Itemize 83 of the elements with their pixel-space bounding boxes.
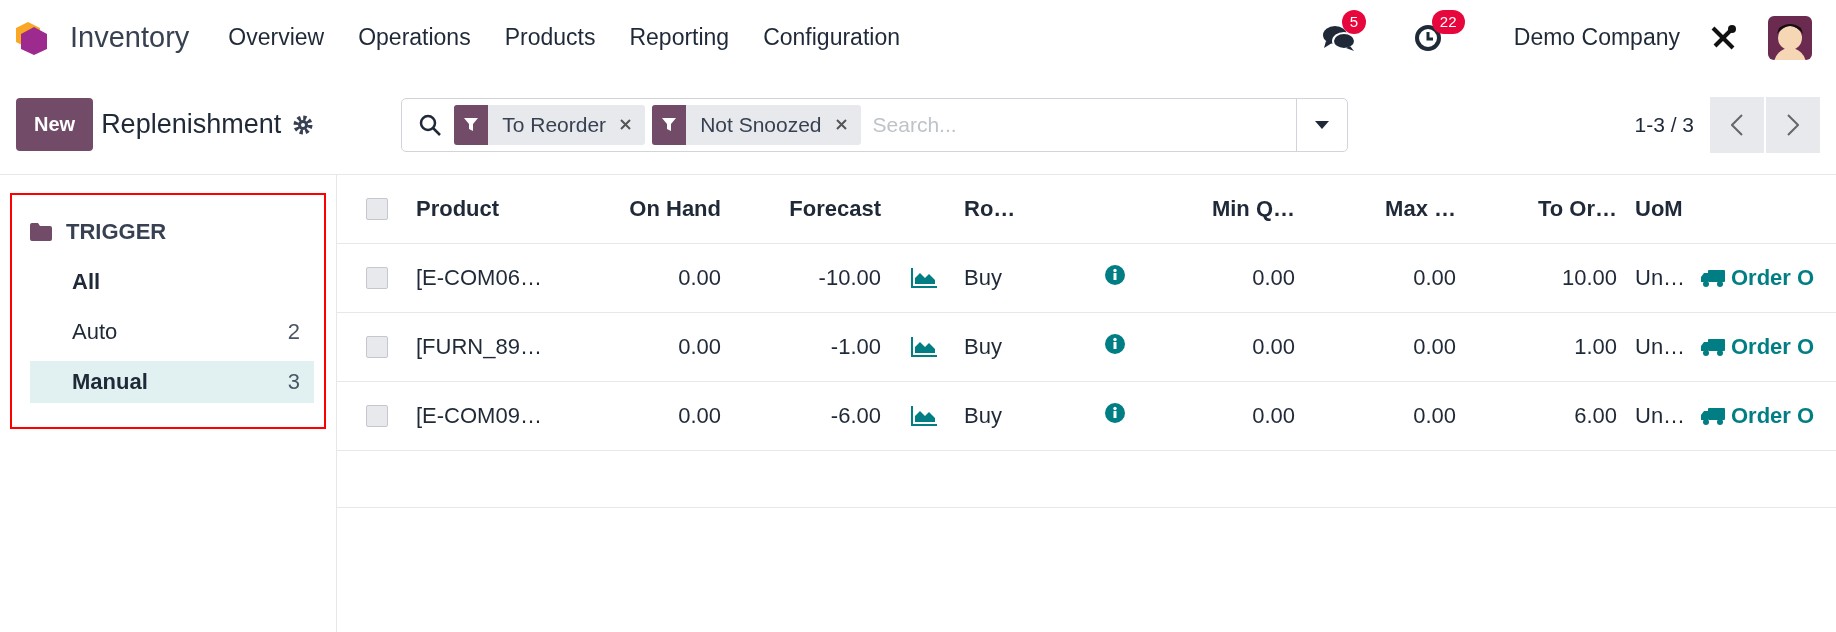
remove-icon[interactable] <box>835 119 847 130</box>
menu-item[interactable]: Products <box>504 24 596 51</box>
pager-value[interactable]: 1-3 / 3 <box>1634 112 1694 137</box>
table-cell-text: [E-COM09… <box>416 403 543 429</box>
filter-tag[interactable]: To Reorder <box>454 104 646 145</box>
column-header[interactable]: Max … <box>1295 196 1456 222</box>
table-cell-text: Un… <box>1634 265 1687 291</box>
notification-badge: 22 <box>1431 9 1465 34</box>
area-chart-icon[interactable] <box>910 406 937 426</box>
table-cell-text: Buy <box>963 265 1003 291</box>
clock-icon[interactable] <box>1413 23 1442 52</box>
info-icon[interactable] <box>1105 334 1125 354</box>
column-header[interactable]: Forecast <box>721 196 881 222</box>
filter-item[interactable]: Manual 3 <box>30 361 314 403</box>
filter-icon <box>464 117 479 132</box>
truck-icon <box>1701 269 1725 287</box>
table-cell-text: 0.00 <box>1251 403 1295 429</box>
info-icon[interactable] <box>1105 265 1125 285</box>
column-header[interactable]: On Hand <box>589 196 721 222</box>
table-cell-text: Un… <box>1634 334 1687 360</box>
table-cell-text: Un… <box>1634 403 1687 429</box>
table-cell-text: Buy <box>963 403 1003 429</box>
table-cell-text: 0.00 <box>1251 334 1295 360</box>
truck-icon <box>1701 338 1725 356</box>
table-cell-text: -6.00 <box>829 403 881 429</box>
filter-item[interactable]: Auto 2 <box>30 311 314 353</box>
folder-icon <box>30 223 52 241</box>
column-header[interactable]: Min Q… <box>1149 196 1295 222</box>
row-checkbox[interactable] <box>365 267 388 289</box>
column-header[interactable]: Ro… <box>962 196 1079 222</box>
page-title: Replenishment <box>101 109 282 140</box>
row-checkbox[interactable] <box>365 405 388 427</box>
menu-item[interactable]: Operations <box>358 24 471 51</box>
table-cell-text: 10.00 <box>1560 265 1617 291</box>
filter-icon <box>662 117 677 132</box>
section-heading: TRIGGER <box>66 219 167 245</box>
app-name[interactable]: Inventory <box>70 21 190 54</box>
column-header[interactable]: UoM <box>1617 196 1699 222</box>
menu-item[interactable]: Overview <box>228 24 325 51</box>
table-cell-text: 0.00 <box>1412 265 1456 291</box>
truck-icon <box>1701 407 1725 425</box>
table-cell-text: [E-COM06… <box>416 265 543 291</box>
caret-icon <box>1315 120 1330 129</box>
select-all-checkbox[interactable] <box>365 198 388 220</box>
table-cell-text: 0.00 <box>1412 403 1456 429</box>
table-cell-text: 0.00 <box>1251 265 1295 291</box>
table-cell-text: 0.00 <box>1412 334 1456 360</box>
column-header[interactable]: Product <box>416 196 589 222</box>
filter-tag[interactable]: Not Snoozed <box>652 104 861 145</box>
column-header[interactable]: To Or… <box>1456 196 1617 222</box>
notification-badge: 5 <box>1341 9 1367 34</box>
avatar[interactable] <box>1768 15 1812 60</box>
table-cell-text: 1.00 <box>1573 334 1617 360</box>
chevron-left-icon <box>1731 113 1743 136</box>
area-chart-icon[interactable] <box>910 268 937 288</box>
table-cell-text: 0.00 <box>677 334 721 360</box>
remove-icon[interactable] <box>620 119 632 130</box>
table-cell-text: -10.00 <box>817 265 881 291</box>
table-cell-text: Buy <box>963 334 1003 360</box>
menu-item[interactable]: Reporting <box>629 24 730 51</box>
new-button[interactable]: New <box>16 98 94 151</box>
table-cell-text: -1.00 <box>829 334 881 360</box>
table-cell-text: 6.00 <box>1573 403 1617 429</box>
info-icon[interactable] <box>1105 403 1125 423</box>
table-cell-text: [FURN_89… <box>416 334 543 360</box>
tools-icon[interactable] <box>1710 24 1736 51</box>
area-chart-icon[interactable] <box>910 337 937 357</box>
table-cell-text: 0.00 <box>677 403 721 429</box>
order-once-button[interactable]: Order O <box>1701 334 1815 360</box>
menu-item[interactable]: Configuration <box>763 24 900 51</box>
filter-label: To Reorder <box>502 112 607 137</box>
settings-icon[interactable] <box>293 114 314 135</box>
chevron-right-icon <box>1787 113 1799 136</box>
filter-label: Not Snoozed <box>700 112 822 137</box>
search-icon <box>418 112 443 137</box>
search-bar[interactable]: To Reorder Not Snoozed Search... <box>401 97 1349 152</box>
order-once-button[interactable]: Order O <box>1701 403 1815 429</box>
app-logo-icon[interactable] <box>16 19 48 56</box>
table-cell-text: 0.00 <box>677 265 721 291</box>
filter-item[interactable]: All <box>30 261 314 303</box>
company-switcher[interactable]: Demo Company <box>1513 24 1680 51</box>
row-checkbox[interactable] <box>365 336 388 358</box>
order-once-button[interactable]: Order O <box>1701 265 1815 291</box>
